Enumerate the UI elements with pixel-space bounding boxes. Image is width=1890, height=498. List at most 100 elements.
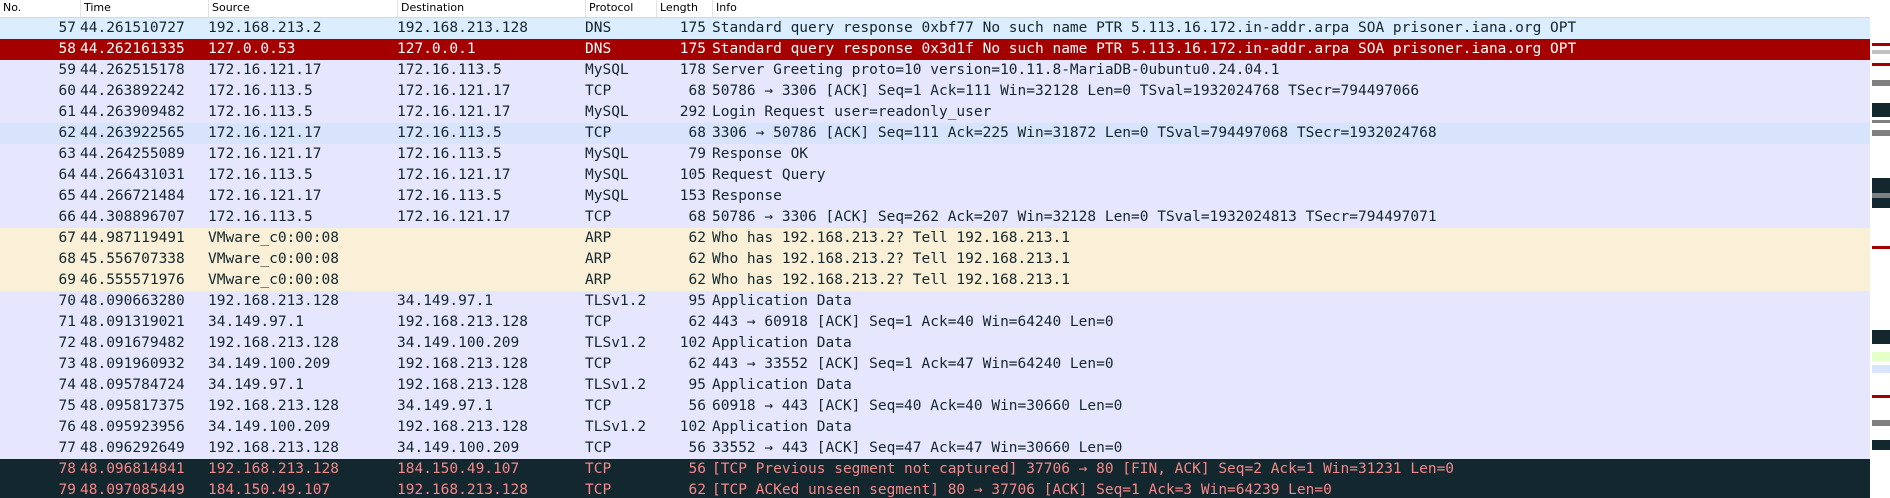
packet-info: [TCP Previous segment not captured] 3770…: [712, 461, 1455, 477]
packet-protocol: TCP: [585, 125, 612, 141]
packet-source: 192.168.213.128: [208, 398, 339, 414]
packet-source: 172.16.113.5: [208, 167, 313, 183]
packet-row[interactable]: 63 44.264255089 172.16.121.17 172.16.113.5 M…: [0, 144, 1870, 165]
packet-info: 60918 → 443 [ACK] Seq=40 Ack=40 Win=3066…: [712, 398, 1123, 414]
column-header-length[interactable]: Length: [656, 0, 712, 17]
packet-info: Standard query response 0x3d1f No such n…: [712, 41, 1577, 57]
packet-row[interactable]: 71 48.091319021 34.149.97.1 192.168.213.128…: [0, 312, 1870, 333]
packet-row[interactable]: 78 48.096814841 192.168.213.128 184.150.49.…: [0, 459, 1870, 480]
minimap-mark: [1872, 103, 1890, 117]
packet-source: 192.168.213.2: [208, 20, 322, 36]
column-header-no[interactable]: No.: [0, 0, 80, 17]
packet-number: 71: [58, 314, 76, 330]
packet-time: 44.263909482: [80, 104, 185, 120]
minimap-mark: [1872, 43, 1890, 46]
minimap-mark: [1872, 130, 1890, 136]
packet-row[interactable]: 60 44.263892242 172.16.113.5 172.16.121.17 T…: [0, 81, 1870, 102]
packet-row[interactable]: 59 44.262515178 172.16.121.17 172.16.113.5 M…: [0, 60, 1870, 81]
packet-destination: 192.168.213.128: [397, 482, 528, 498]
packet-source: 192.168.213.128: [208, 293, 339, 309]
packet-protocol: TCP: [585, 314, 612, 330]
packet-time: 48.091319021: [80, 314, 185, 330]
column-header-protocol[interactable]: Protocol: [585, 0, 656, 17]
packet-protocol: ARP: [585, 251, 612, 267]
packet-number: 59: [58, 62, 76, 78]
column-header-info[interactable]: Info: [712, 0, 1870, 17]
packet-row[interactable]: 66 44.308896707 172.16.113.5 172.16.121.17 T…: [0, 207, 1870, 228]
packet-row[interactable]: 57 44.261510727 192.168.213.2 192.168.213.1…: [0, 18, 1870, 39]
packet-destination: 192.168.213.128: [397, 20, 528, 36]
packet-number: 69: [58, 272, 76, 288]
packet-destination: 34.149.97.1: [397, 293, 494, 309]
packet-source: VMware_c0:00:08: [208, 230, 339, 246]
packet-source: 172.16.121.17: [208, 125, 322, 141]
packet-protocol: TCP: [585, 440, 612, 456]
packet-info: 443 → 60918 [ACK] Seq=1 Ack=40 Win=64240…: [712, 314, 1114, 330]
packet-protocol: TCP: [585, 209, 612, 225]
packet-row[interactable]: 62 44.263922565 172.16.121.17 172.16.113.5 T…: [0, 123, 1870, 144]
packet-destination: 192.168.213.128: [397, 377, 528, 393]
packet-info: 33552 → 443 [ACK] Seq=47 Ack=47 Win=3066…: [712, 440, 1123, 456]
packet-time: 44.262161335: [80, 41, 185, 57]
packet-row[interactable]: 58 44.262161335 127.0.0.53 127.0.0.1 DNS 175 S…: [0, 39, 1870, 60]
packet-row[interactable]: 67 44.987119491 VMware_c0:00:08 ARP 62 Who ha…: [0, 228, 1870, 249]
packet-number: 60: [58, 83, 76, 99]
packet-number: 73: [58, 356, 76, 372]
packet-destination: 127.0.0.1: [397, 41, 476, 57]
packet-row[interactable]: 69 46.555571976 VMware_c0:00:08 ARP 62 Who ha…: [0, 270, 1870, 291]
packet-time: 46.555571976: [80, 272, 185, 288]
minimap-mark: [1872, 365, 1890, 373]
packet-number: 79: [58, 482, 76, 498]
column-header-time[interactable]: Time: [80, 0, 208, 17]
packet-info: Standard query response 0xbf77 No such n…: [712, 20, 1577, 36]
column-header-destination[interactable]: Destination: [397, 0, 585, 17]
packet-destination: 34.149.100.209: [397, 335, 520, 351]
packet-time: 48.091960932: [80, 356, 185, 372]
packet-protocol: DNS: [585, 20, 612, 36]
packet-length: 68: [688, 83, 706, 99]
packet-length: 56: [688, 461, 706, 477]
packet-destination: 34.149.97.1: [397, 398, 494, 414]
packet-protocol: MySQL: [585, 167, 629, 183]
minimap-mark: [1872, 80, 1890, 86]
packet-time: 44.262515178: [80, 62, 185, 78]
packet-list[interactable]: No. Time Source Destination Protocol Len…: [0, 0, 1870, 498]
packet-row[interactable]: 61 44.263909482 172.16.113.5 172.16.121.17 M…: [0, 102, 1870, 123]
packet-number: 72: [58, 335, 76, 351]
packet-row[interactable]: 79 48.097085449 184.150.49.107 192.168.213.…: [0, 480, 1870, 498]
packet-length: 79: [688, 146, 706, 162]
packet-number: 62: [58, 125, 76, 141]
packet-info: Who has 192.168.213.2? Tell 192.168.213.…: [712, 251, 1070, 267]
packet-row[interactable]: 70 48.090663280 192.168.213.128 34.149.97.1…: [0, 291, 1870, 312]
packet-row[interactable]: 65 44.266721484 172.16.121.17 172.16.113.5 M…: [0, 186, 1870, 207]
packet-info: Request Query: [712, 167, 826, 183]
packet-row[interactable]: 72 48.091679482 192.168.213.128 34.149.100.…: [0, 333, 1870, 354]
packet-length: 62: [688, 230, 706, 246]
packet-length: 56: [688, 398, 706, 414]
packet-row[interactable]: 73 48.091960932 34.149.100.209 192.168.213.…: [0, 354, 1870, 375]
packet-source: 34.149.100.209: [208, 419, 331, 435]
packet-destination: 172.16.113.5: [397, 188, 502, 204]
packet-number: 57: [58, 20, 76, 36]
packet-info: 50786 → 3306 [ACK] Seq=262 Ack=207 Win=3…: [712, 209, 1437, 225]
minimap-mark: [1872, 352, 1890, 361]
packet-length: 68: [688, 125, 706, 141]
packet-row[interactable]: 68 45.556707338 VMware_c0:00:08 ARP 62 Who ha…: [0, 249, 1870, 270]
column-header-source[interactable]: Source: [208, 0, 397, 17]
packet-row[interactable]: 75 48.095817375 192.168.213.128 34.149.97.1…: [0, 396, 1870, 417]
packet-protocol: TLSv1.2: [585, 377, 647, 393]
packet-row[interactable]: 77 48.096292649 192.168.213.128 34.149.100.…: [0, 438, 1870, 459]
packet-time: 48.090663280: [80, 293, 185, 309]
packet-row[interactable]: 64 44.266431031 172.16.113.5 172.16.121.17 M…: [0, 165, 1870, 186]
packet-length: 105: [679, 167, 706, 183]
packet-info: Application Data: [712, 377, 852, 393]
packet-row[interactable]: 74 48.095784724 34.149.97.1 192.168.213.128…: [0, 375, 1870, 396]
packet-protocol: DNS: [585, 41, 612, 57]
packet-number: 67: [58, 230, 76, 246]
packet-row[interactable]: 76 48.095923956 34.149.100.209 192.168.213.…: [0, 417, 1870, 438]
packet-minimap-scrollbar[interactable]: [1870, 0, 1890, 498]
packet-destination: 34.149.100.209: [397, 440, 520, 456]
packet-protocol: TLSv1.2: [585, 293, 647, 309]
packet-length: 56: [688, 440, 706, 456]
packet-source: 34.149.97.1: [208, 314, 305, 330]
